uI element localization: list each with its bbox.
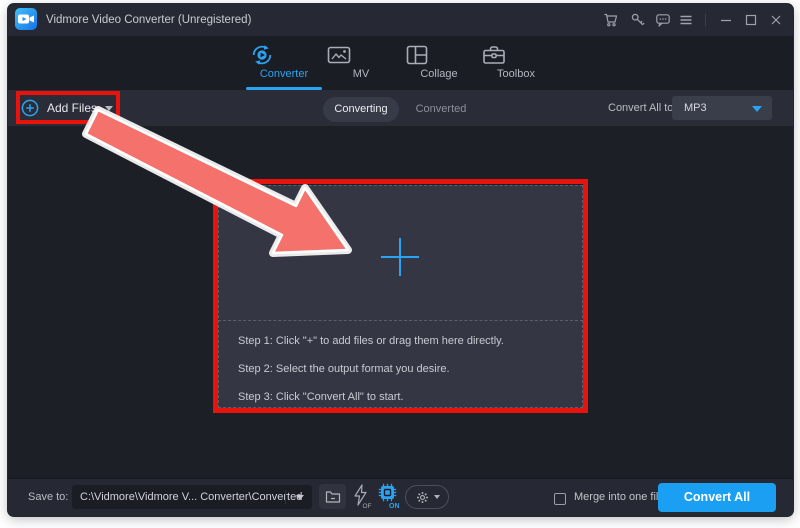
key-register-icon[interactable] [630, 12, 646, 28]
output-format-value: MP3 [684, 96, 707, 120]
titlebar-separator [705, 14, 706, 26]
chevron-down-icon [105, 106, 113, 111]
feedback-icon[interactable] [655, 12, 671, 28]
cart-icon[interactable] [603, 12, 619, 28]
close-icon[interactable] [768, 12, 784, 28]
add-files-plus-icon[interactable] [378, 235, 422, 279]
hardware-acceleration-off-toggle[interactable]: OFF [351, 483, 372, 510]
minimize-icon[interactable] [718, 12, 734, 28]
tab-converting[interactable]: Converting [323, 97, 399, 122]
settings-button[interactable] [405, 485, 449, 509]
path-box-divider [285, 490, 286, 504]
chevron-down-icon[interactable] [296, 495, 304, 500]
tab-mv-label: MV [326, 68, 396, 80]
step-3-text: Step 3: Click "Convert All" to start. [238, 391, 404, 403]
converter-icon [249, 42, 275, 68]
convert-all-to-label: Convert All to: [608, 90, 676, 126]
save-to-label: Save to: [28, 478, 68, 516]
step-2-text: Step 2: Select the output format you des… [238, 363, 450, 375]
tab-converter[interactable]: Converter [249, 36, 319, 90]
merge-into-one-file-checkbox[interactable] [554, 493, 566, 505]
add-files-label: Add Files [47, 101, 97, 115]
window-title: Vidmore Video Converter (Unregistered) [46, 4, 251, 36]
nav-bar [8, 36, 793, 90]
save-path-value: C:\Vidmore\Vidmore V... Converter\Conver… [80, 485, 302, 509]
menu-icon[interactable] [678, 12, 694, 28]
tab-collage-label: Collage [404, 68, 474, 80]
tab-mv[interactable]: MV [326, 36, 396, 90]
tab-converter-label: Converter [249, 68, 319, 80]
open-folder-button[interactable] [319, 484, 346, 509]
gpu-acceleration-on-toggle[interactable]: ON [376, 482, 399, 510]
merge-checkbox-label[interactable]: Merge into one file [574, 478, 665, 516]
gear-icon [415, 490, 430, 505]
app-window: Vidmore Video Converter (Unregistered) [8, 4, 793, 516]
mv-icon [326, 42, 352, 68]
tab-converted[interactable]: Converted [409, 97, 473, 122]
dropzone-divider [218, 320, 583, 321]
chevron-down-icon [434, 495, 440, 499]
step-1-text: Step 1: Click "+" to add files or drag t… [238, 335, 504, 347]
app-logo-icon [15, 8, 37, 30]
convert-all-button[interactable]: Convert All [658, 483, 776, 512]
plus-circle-icon [21, 99, 39, 117]
tab-collage[interactable]: Collage [404, 36, 474, 90]
maximize-icon[interactable] [743, 12, 759, 28]
tab-toolbox-label: Toolbox [481, 68, 551, 80]
toolbox-icon [481, 42, 507, 68]
add-files-button[interactable]: Add Files [21, 90, 113, 126]
tab-toolbox[interactable]: Toolbox [481, 36, 551, 90]
hw-off-label: OFF [363, 503, 373, 510]
output-format-dropdown[interactable]: MP3 [672, 96, 772, 120]
collage-icon [404, 42, 430, 68]
hw-on-label: ON [389, 503, 399, 510]
chip-icon [379, 484, 396, 501]
chevron-down-icon [752, 106, 762, 112]
save-path-dropdown[interactable]: C:\Vidmore\Vidmore V... Converter\Conver… [72, 485, 312, 509]
lightning-icon [355, 485, 366, 505]
folder-icon [325, 490, 341, 504]
